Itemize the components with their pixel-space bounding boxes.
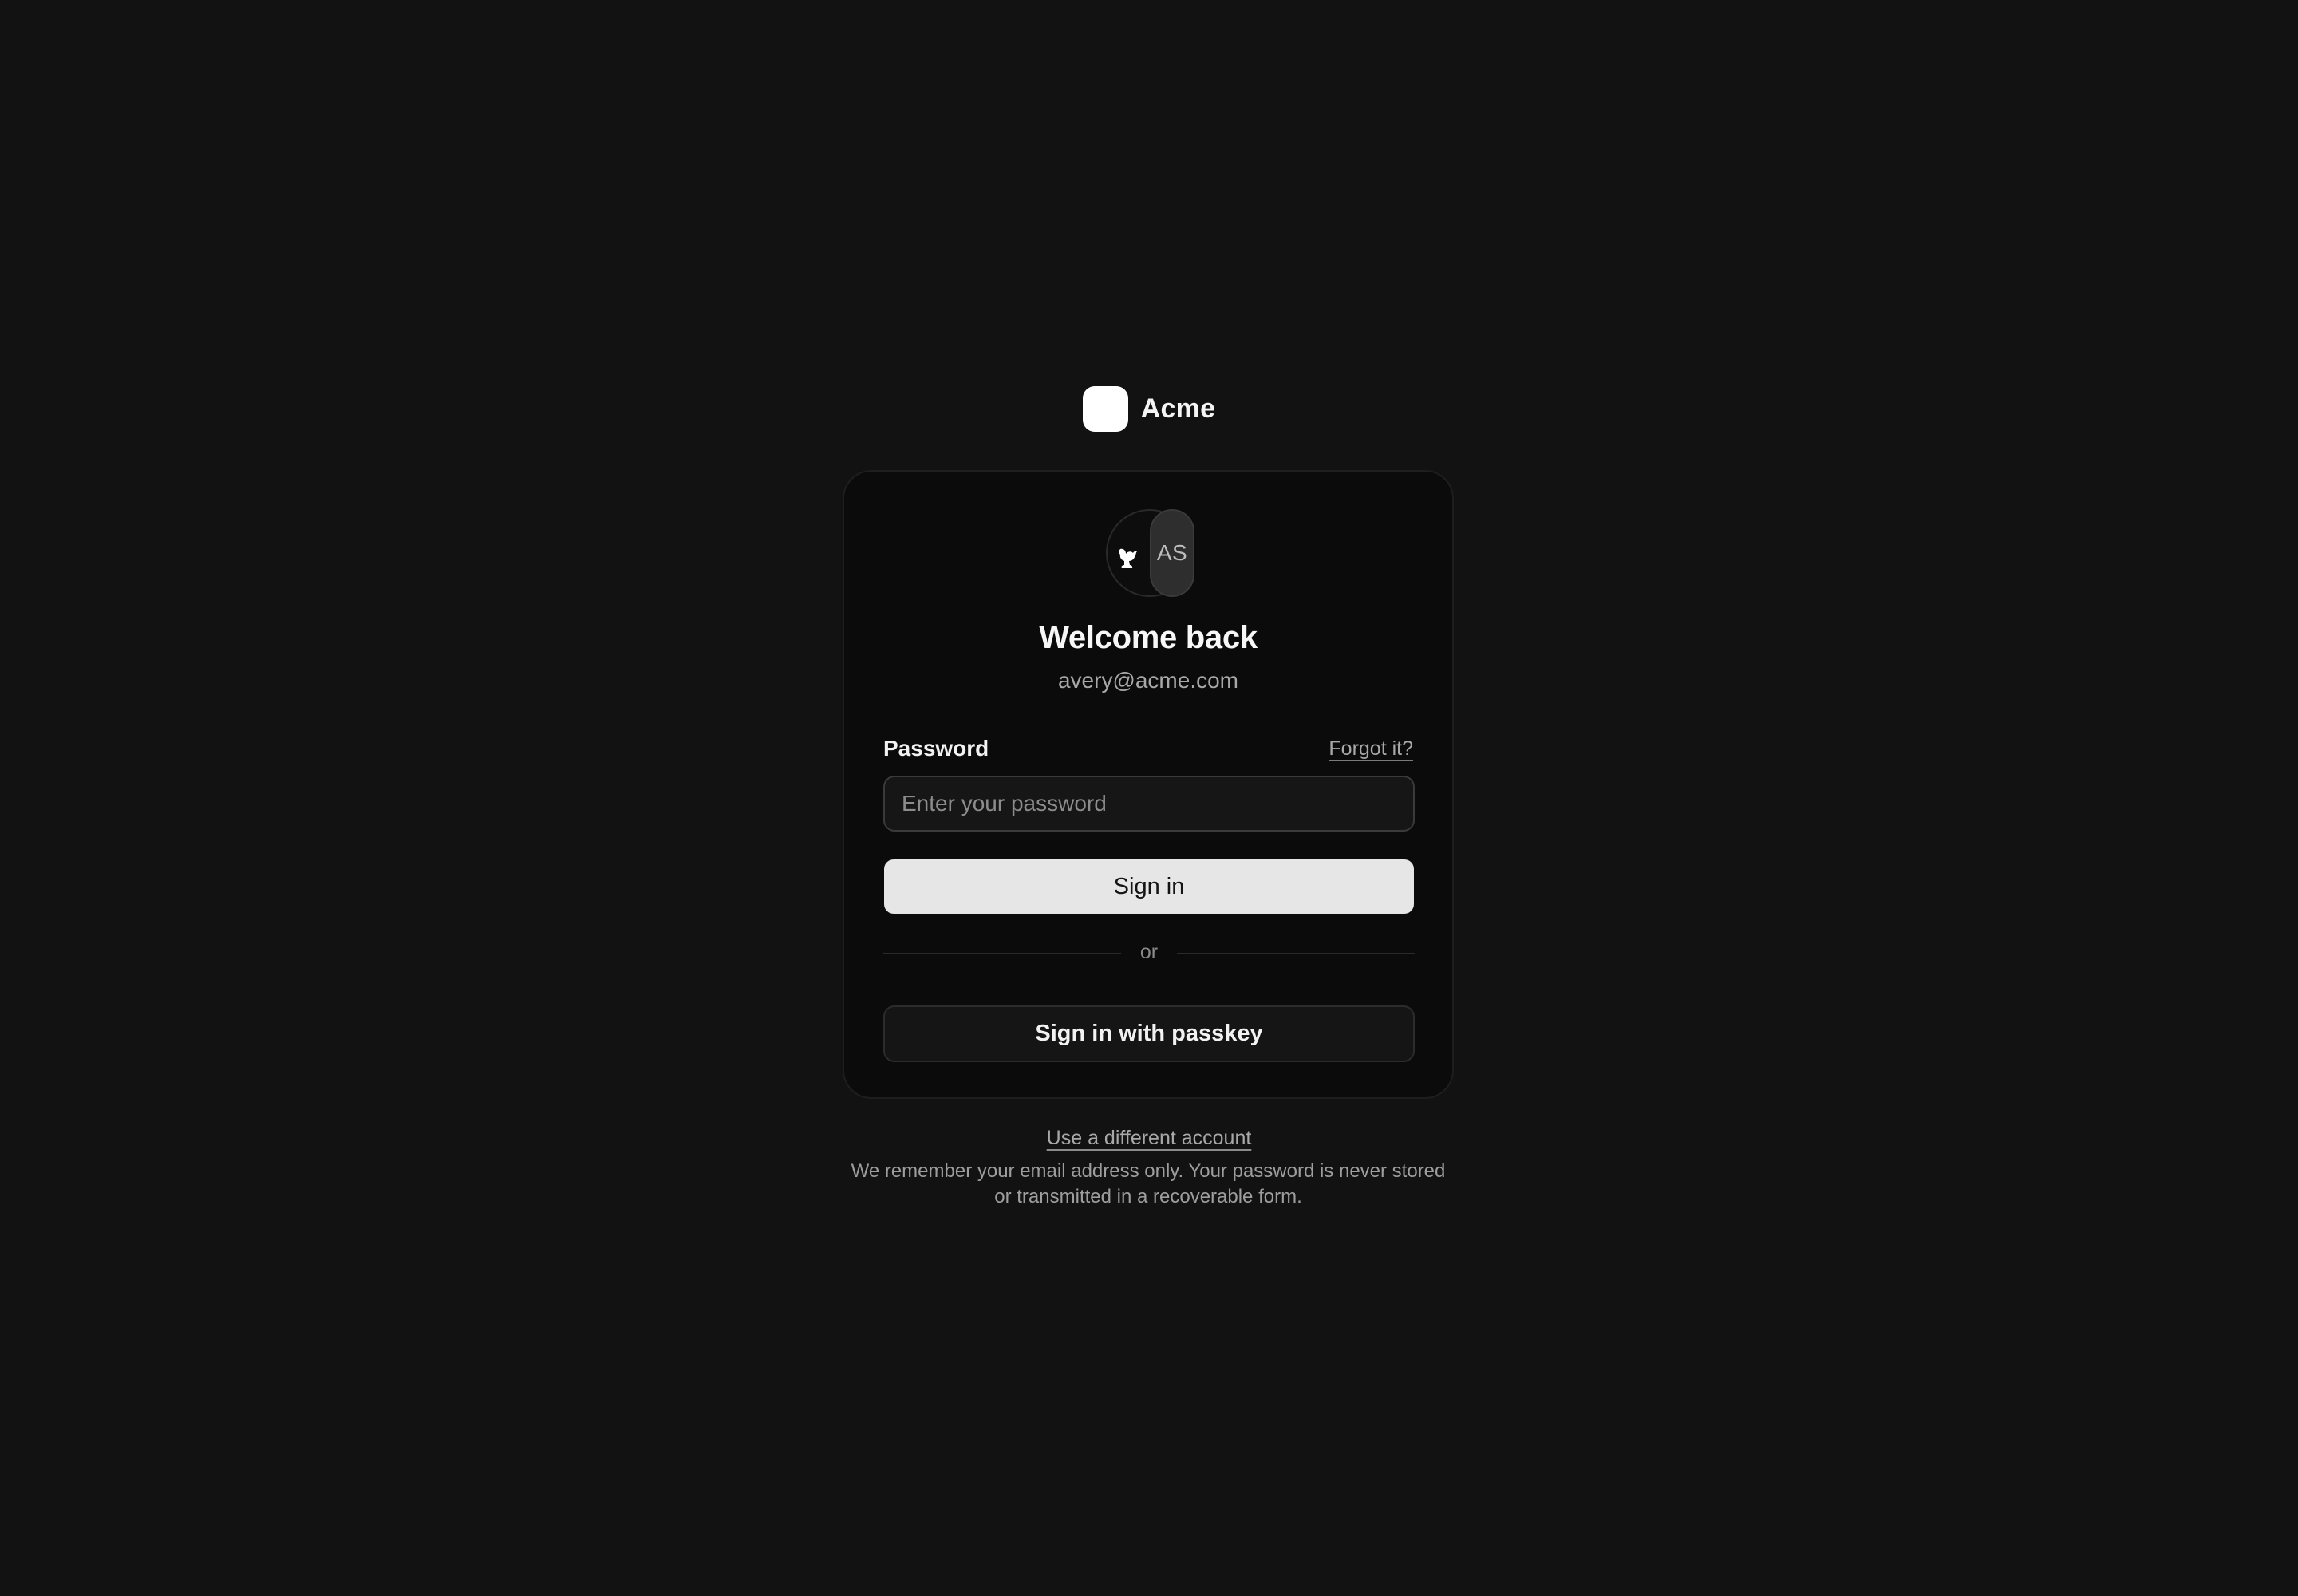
account-avatar-group: AS [1106, 509, 1200, 600]
privacy-note: We remember your email address only. You… [851, 1160, 1446, 1207]
passkey-sign-in-button[interactable]: Sign in with passkey [883, 1005, 1415, 1062]
user-initials: AS [1156, 540, 1188, 565]
different-account-container: Use a different account [0, 1127, 2298, 1150]
forgot-password-link[interactable]: Forgot it? [1329, 737, 1413, 760]
use-different-account-link[interactable]: Use a different account [1047, 1127, 1252, 1149]
password-label: Password [883, 736, 989, 760]
account-email: avery@acme.com [1057, 668, 1239, 693]
brand-logo [1082, 385, 1128, 432]
squirrel-icon [1119, 548, 1137, 568]
sign-in-button[interactable]: Sign in [884, 859, 1414, 914]
user-avatar: AS [1150, 509, 1194, 597]
brand-header: Acme [0, 385, 2298, 432]
signin-page: Acme AS Welcome back avery@acme.com Pass… [0, 0, 2298, 1596]
or-divider: or [883, 941, 1415, 965]
password-input[interactable] [883, 776, 1415, 832]
brand-name: Acme [1140, 393, 1216, 424]
divider-line-right [1177, 953, 1415, 954]
welcome-title: Welcome back [1039, 620, 1258, 655]
signin-card: AS Welcome back avery@acme.com Password … [843, 470, 1454, 1099]
